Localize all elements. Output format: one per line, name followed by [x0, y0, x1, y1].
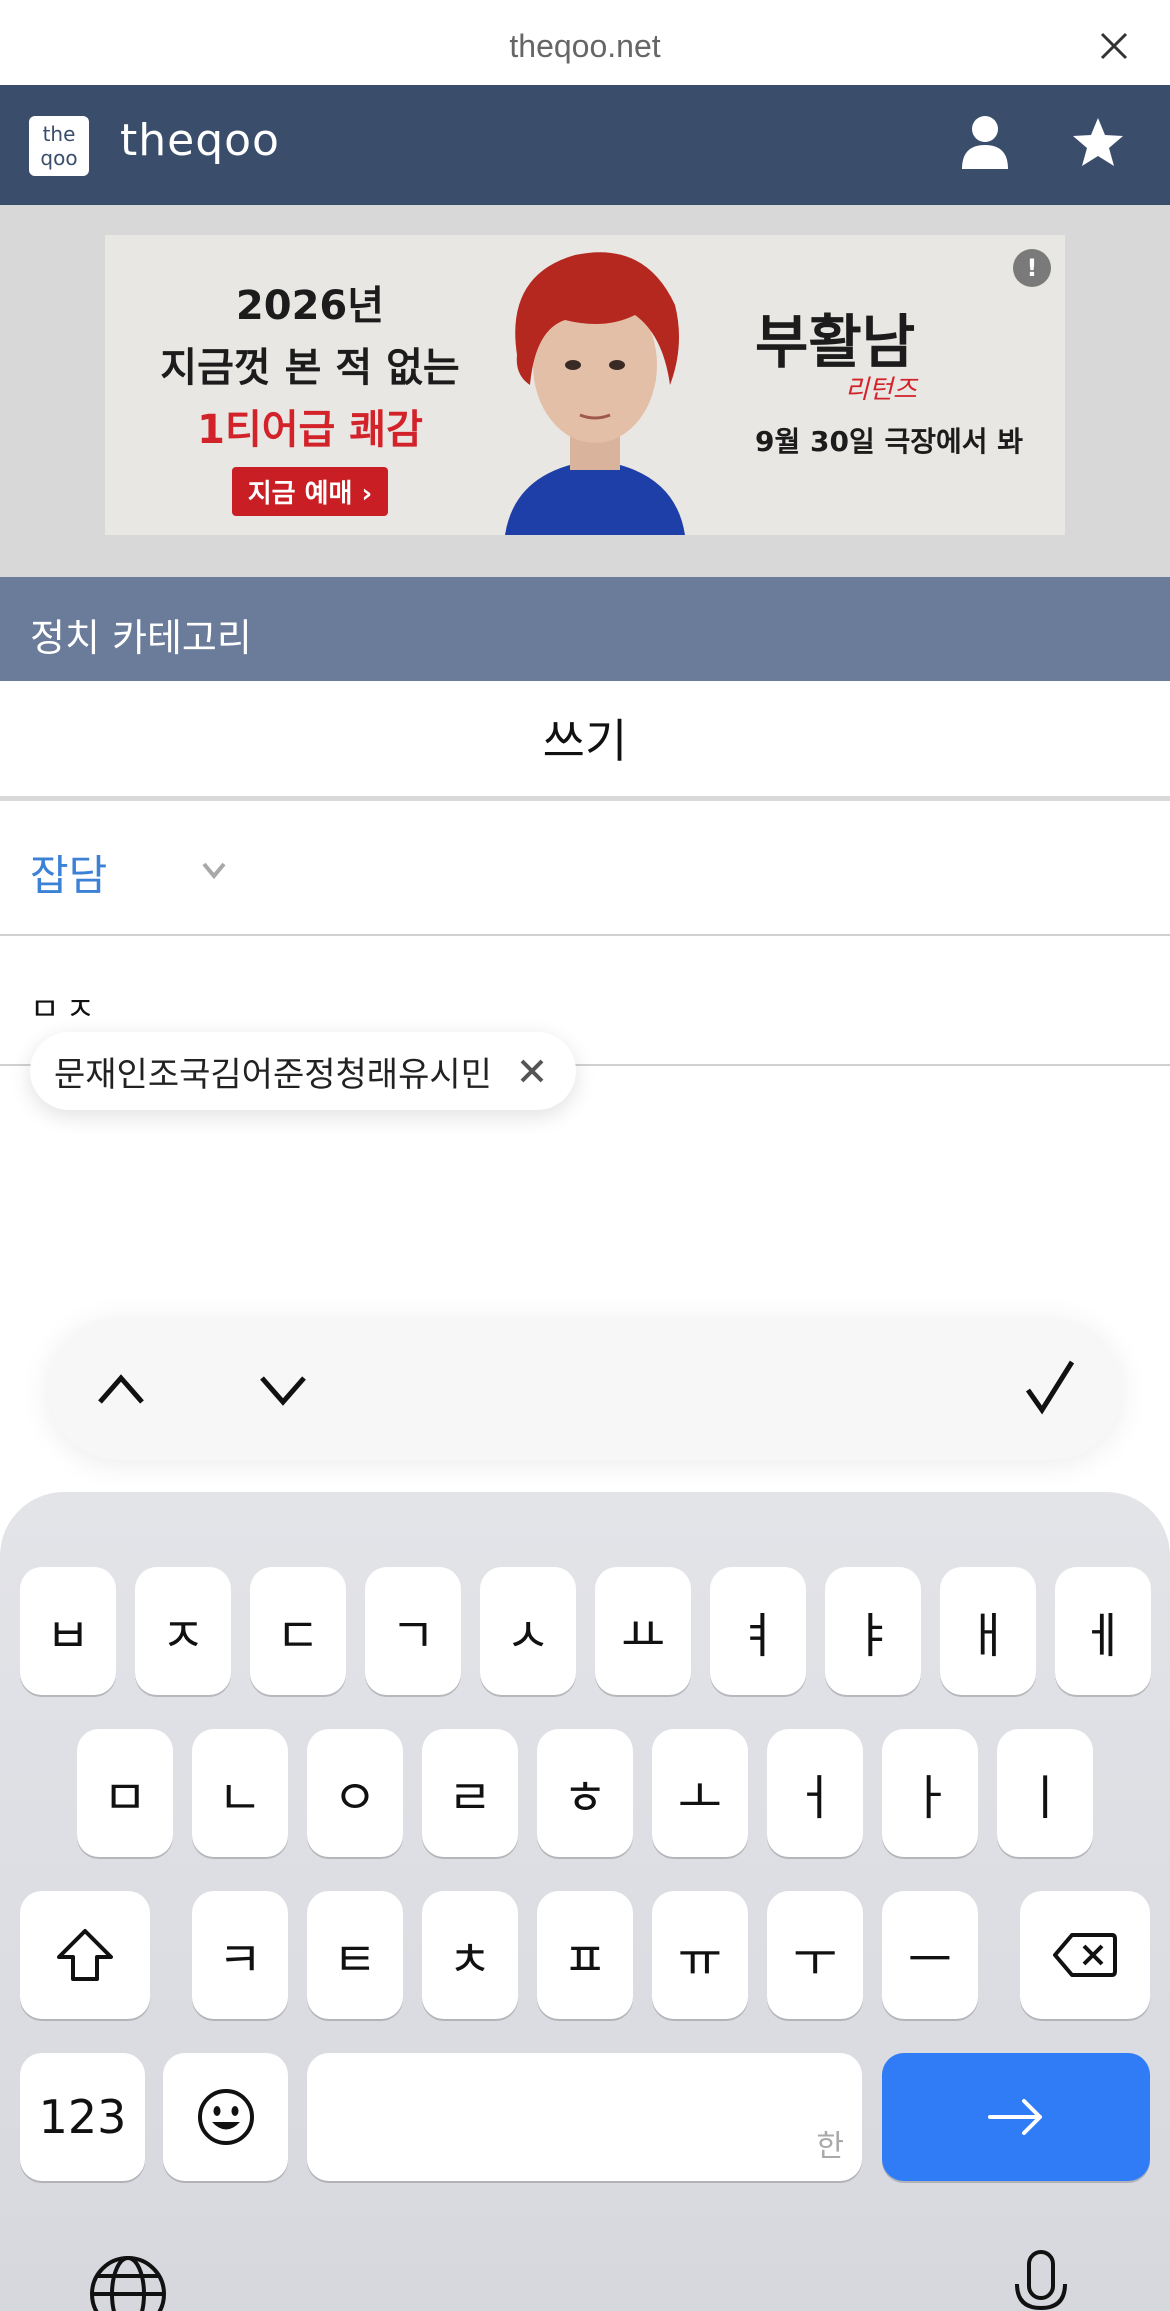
ad-text-left: 2026년 지금껏 본 적 없는 1티어급 쾌감 지금 예매 ›: [145, 273, 475, 516]
key[interactable]: ㅈ: [135, 1567, 231, 1695]
logo-icon: the qoo: [40, 122, 77, 170]
ad-cta-button[interactable]: 지금 예매 ›: [231, 467, 389, 516]
category-select-value[interactable]: 잡담: [30, 842, 107, 903]
key[interactable]: ㅎ: [537, 1729, 633, 1857]
arrow-right-icon: [988, 2099, 1042, 2135]
ad-title: 부활남: [755, 308, 916, 376]
ad-text-right: 부활남 리턴즈 9월 30일 극장에서 봐: [755, 295, 1045, 460]
shift-key[interactable]: [20, 1891, 150, 2019]
category-select[interactable]: 잡담: [0, 806, 1170, 936]
key[interactable]: ㅗ: [652, 1729, 748, 1857]
svg-text:the: the: [43, 122, 76, 146]
close-icon[interactable]: [1096, 28, 1132, 64]
key[interactable]: ㅇ: [307, 1729, 403, 1857]
ad-info-icon[interactable]: !: [1013, 249, 1051, 287]
key[interactable]: ㅅ: [480, 1567, 576, 1695]
shift-icon: [57, 1929, 113, 1981]
numbers-key[interactable]: 123: [20, 2053, 145, 2181]
browser-bar: theqoo.net: [0, 0, 1170, 85]
key[interactable]: ㅠ: [652, 1891, 748, 2019]
key[interactable]: ㅁ: [77, 1729, 173, 1857]
autocomplete-text[interactable]: 문재인조국김어준정청래유시민: [54, 1047, 492, 1096]
key[interactable]: ㄹ: [422, 1729, 518, 1857]
key[interactable]: ㅡ: [882, 1891, 978, 2019]
space-key[interactable]: 한: [307, 2053, 862, 2181]
browser-url[interactable]: theqoo.net: [0, 28, 1170, 65]
ad-banner[interactable]: 2026년 지금껏 본 적 없는 1티어급 쾌감 지금 예매 › 부활남 리턴즈…: [105, 235, 1065, 535]
chevron-up-icon[interactable]: [96, 1366, 146, 1412]
key[interactable]: ㅌ: [307, 1891, 403, 2019]
ad-subtitle: 리턴즈: [845, 375, 917, 405]
key[interactable]: ㄱ: [365, 1567, 461, 1695]
chevron-down-icon[interactable]: [200, 858, 228, 882]
emoji-key[interactable]: [163, 2053, 288, 2181]
site-title[interactable]: theqoo: [120, 115, 280, 166]
key[interactable]: ㅣ: [997, 1729, 1093, 1857]
checkmark-icon[interactable]: [1024, 1358, 1076, 1416]
key[interactable]: ㅛ: [595, 1567, 691, 1695]
star-icon[interactable]: [1070, 115, 1126, 171]
ad-line2: 1티어급 쾌감: [197, 407, 423, 453]
ad-person-image: [505, 252, 685, 535]
key[interactable]: ㅏ: [882, 1729, 978, 1857]
user-icon[interactable]: [960, 115, 1010, 171]
delete-icon: [1053, 1933, 1117, 1977]
key[interactable]: ㄴ: [192, 1729, 288, 1857]
keyboard-accessory-bar: [48, 1318, 1122, 1460]
ad-line1: 지금껏 본 적 없는: [160, 345, 460, 391]
key[interactable]: ㅓ: [767, 1729, 863, 1857]
key[interactable]: ㅑ: [825, 1567, 921, 1695]
key[interactable]: ㅕ: [710, 1567, 806, 1695]
ad-year: 2026년: [235, 283, 385, 329]
svg-text:qoo: qoo: [40, 146, 77, 170]
page-title: 쓰기: [0, 681, 1170, 801]
category-label: 정치 카테고리: [30, 616, 252, 660]
key[interactable]: ㅐ: [940, 1567, 1036, 1695]
delete-key[interactable]: [1020, 1891, 1150, 2019]
key[interactable]: ㅜ: [767, 1891, 863, 2019]
site-header: the qoo theqoo: [0, 85, 1170, 205]
microphone-icon[interactable]: [1012, 2248, 1070, 2311]
ad-date: 9월 30일 극장에서 봐: [755, 425, 1024, 458]
return-key[interactable]: [882, 2053, 1150, 2181]
close-icon[interactable]: [518, 1057, 546, 1085]
key[interactable]: ㅊ: [422, 1891, 518, 2019]
title-input-value[interactable]: ㅁㅈ: [30, 984, 101, 1030]
chevron-down-icon[interactable]: [258, 1366, 308, 1412]
autocomplete-chip[interactable]: 문재인조국김어준정청래유시민: [30, 1032, 576, 1110]
key[interactable]: ㄷ: [250, 1567, 346, 1695]
globe-icon[interactable]: [88, 2254, 168, 2311]
key[interactable]: ㅍ: [537, 1891, 633, 2019]
site-logo[interactable]: the qoo: [29, 116, 89, 176]
ad-area: 2026년 지금껏 본 적 없는 1티어급 쾌감 지금 예매 › 부활남 리턴즈…: [0, 205, 1170, 577]
category-bar[interactable]: 정치 카테고리: [0, 577, 1170, 681]
key[interactable]: ㅋ: [192, 1891, 288, 2019]
key[interactable]: ㅔ: [1055, 1567, 1151, 1695]
emoji-icon: [197, 2089, 254, 2145]
key[interactable]: ㅂ: [20, 1567, 116, 1695]
